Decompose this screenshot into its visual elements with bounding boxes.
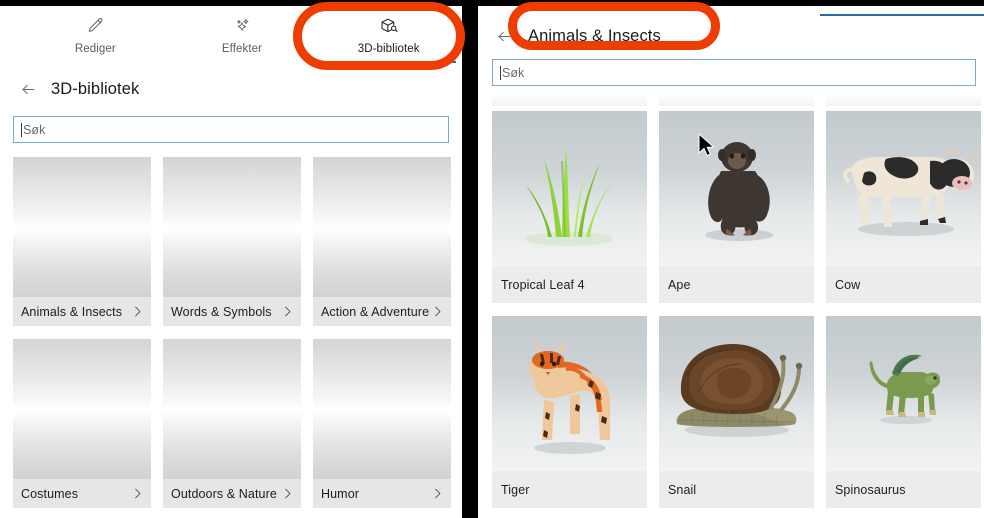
ape-illustration xyxy=(705,142,773,241)
category-thumbnail-placeholder xyxy=(163,157,301,297)
pencil-icon xyxy=(82,14,108,38)
category-thumbnail-placeholder xyxy=(313,157,451,297)
text-caret xyxy=(500,65,501,80)
right-search-wrap: Søk xyxy=(478,52,984,86)
category-thumbnail-placeholder xyxy=(163,339,301,479)
category-card[interactable]: Outdoors & Nature xyxy=(163,339,301,508)
model-footer: Ape xyxy=(659,266,814,303)
tab-effekter[interactable]: Effekter xyxy=(168,6,316,63)
category-label: Words & Symbols xyxy=(171,304,272,319)
model-grid: Tropical Leaf 4 Ape Cow Tiger Snail Spin… xyxy=(492,111,984,508)
model-thumbnail-spinosaurus xyxy=(826,316,981,471)
category-label: Costumes xyxy=(21,486,79,501)
model-grid-scroll[interactable]: Tropical Leaf 4 Ape Cow Tiger Snail Spin… xyxy=(478,94,984,512)
model-thumbnail-snail xyxy=(659,316,814,471)
tab-rediger-label: Rediger xyxy=(74,43,116,55)
model-footer: Tiger xyxy=(492,471,647,508)
category-card[interactable]: Action & Adventure xyxy=(313,157,451,326)
cow-illustration xyxy=(843,148,979,236)
model-label: Tiger xyxy=(501,482,530,497)
tab-3d-bibliotek-underline xyxy=(321,61,457,63)
model-label: Cow xyxy=(835,277,861,292)
category-footer: Words & Symbols xyxy=(163,297,301,326)
category-label: Outdoors & Nature xyxy=(171,486,277,501)
model-thumbnail-tiger xyxy=(492,316,647,471)
back-arrow-icon[interactable] xyxy=(14,75,42,103)
model-label: Ape xyxy=(668,277,691,292)
model-card[interactable]: Ape xyxy=(659,111,814,303)
tab-3d-bibliotek-label: 3D-bibliotek xyxy=(357,43,420,55)
left-panel: Rediger Effekter 3D-bibliotek 3D-bibliot… xyxy=(0,6,462,518)
tab-effekter-underline xyxy=(175,61,310,63)
chevron-right-icon xyxy=(280,304,295,319)
category-footer: Outdoors & Nature xyxy=(163,479,301,508)
model-footer: Tropical Leaf 4 xyxy=(492,266,647,303)
category-card[interactable]: Humor xyxy=(313,339,451,508)
category-card[interactable]: Costumes xyxy=(13,339,151,508)
model-footer: Snail xyxy=(659,471,814,508)
left-search-wrap: Søk xyxy=(0,106,462,143)
grass-illustration xyxy=(525,147,613,246)
chevron-right-icon xyxy=(280,486,295,501)
category-footer: Animals & Insects xyxy=(13,297,151,326)
category-card[interactable]: Words & Symbols xyxy=(163,157,301,326)
category-footer: Costumes xyxy=(13,479,151,508)
toolbar-tabstrip: Rediger Effekter 3D-bibliotek xyxy=(0,6,462,63)
tab-rediger[interactable]: Rediger xyxy=(22,6,169,62)
model-footer: Spinosaurus xyxy=(826,471,981,508)
active-tab-indicator xyxy=(820,14,984,16)
right-panel-topbar xyxy=(478,6,984,20)
model-card-partial[interactable] xyxy=(659,94,814,106)
category-card[interactable]: Animals & Insects xyxy=(13,157,151,326)
model-thumbnail-grass xyxy=(492,111,647,266)
cube-search-icon xyxy=(376,14,402,38)
category-label: Action & Adventure xyxy=(321,304,430,319)
snail-illustration xyxy=(676,344,803,437)
model-card[interactable]: Tiger xyxy=(492,316,647,508)
left-search-input[interactable]: Søk xyxy=(13,116,449,143)
model-thumbnail-cow xyxy=(826,111,981,266)
sparkles-icon xyxy=(229,14,255,38)
model-card-partial[interactable] xyxy=(492,94,647,106)
right-panel-title: Animals & Insects xyxy=(528,26,661,45)
category-footer: Action & Adventure xyxy=(313,297,451,326)
chevron-right-icon xyxy=(130,304,145,319)
right-panel-nav: Animals & Insects xyxy=(478,20,984,52)
category-thumbnail-placeholder xyxy=(13,339,151,479)
model-card[interactable]: Snail xyxy=(659,316,814,508)
tab-3d-bibliotek[interactable]: 3D-bibliotek xyxy=(315,6,462,63)
model-footer: Cow xyxy=(826,266,981,303)
chevron-right-icon xyxy=(430,304,445,319)
model-card-partial[interactable] xyxy=(826,94,981,106)
chevron-right-icon xyxy=(430,486,445,501)
right-panel: Animals & Insects Søk Tropical Leaf 4 Ap… xyxy=(478,6,984,518)
model-label: Tropical Leaf 4 xyxy=(501,277,585,292)
app-root: Rediger Effekter 3D-bibliotek 3D-bibliot… xyxy=(0,0,984,518)
model-card[interactable]: Tropical Leaf 4 xyxy=(492,111,647,303)
left-panel-title: 3D-bibliotek xyxy=(51,79,140,98)
category-thumbnail-placeholder xyxy=(13,157,151,297)
partial-row-above xyxy=(492,94,984,106)
category-footer: Humor xyxy=(313,479,451,508)
right-search-input[interactable]: Søk xyxy=(492,59,976,86)
model-label: Spinosaurus xyxy=(835,482,906,497)
model-card[interactable]: Spinosaurus xyxy=(826,316,981,508)
tiger-illustration xyxy=(519,344,610,454)
left-search-placeholder: Søk xyxy=(23,122,46,137)
back-arrow-icon[interactable] xyxy=(490,22,518,50)
dinosaur-illustration xyxy=(869,354,940,424)
category-thumbnail-placeholder xyxy=(313,339,451,479)
model-label: Snail xyxy=(668,482,697,497)
chevron-right-icon xyxy=(130,486,145,501)
model-thumbnail-ape xyxy=(659,111,814,266)
model-card[interactable]: Cow xyxy=(826,111,981,303)
tab-effekter-label: Effekter xyxy=(221,43,263,55)
category-grid: Animals & Insects Words & Symbols Action… xyxy=(0,157,462,508)
category-label: Humor xyxy=(321,486,360,501)
left-panel-nav: 3D-bibliotek xyxy=(0,72,462,106)
right-search-placeholder: Søk xyxy=(502,65,525,80)
tab-rediger-underline xyxy=(28,61,163,63)
category-label: Animals & Insects xyxy=(21,304,123,319)
text-caret xyxy=(21,122,22,137)
